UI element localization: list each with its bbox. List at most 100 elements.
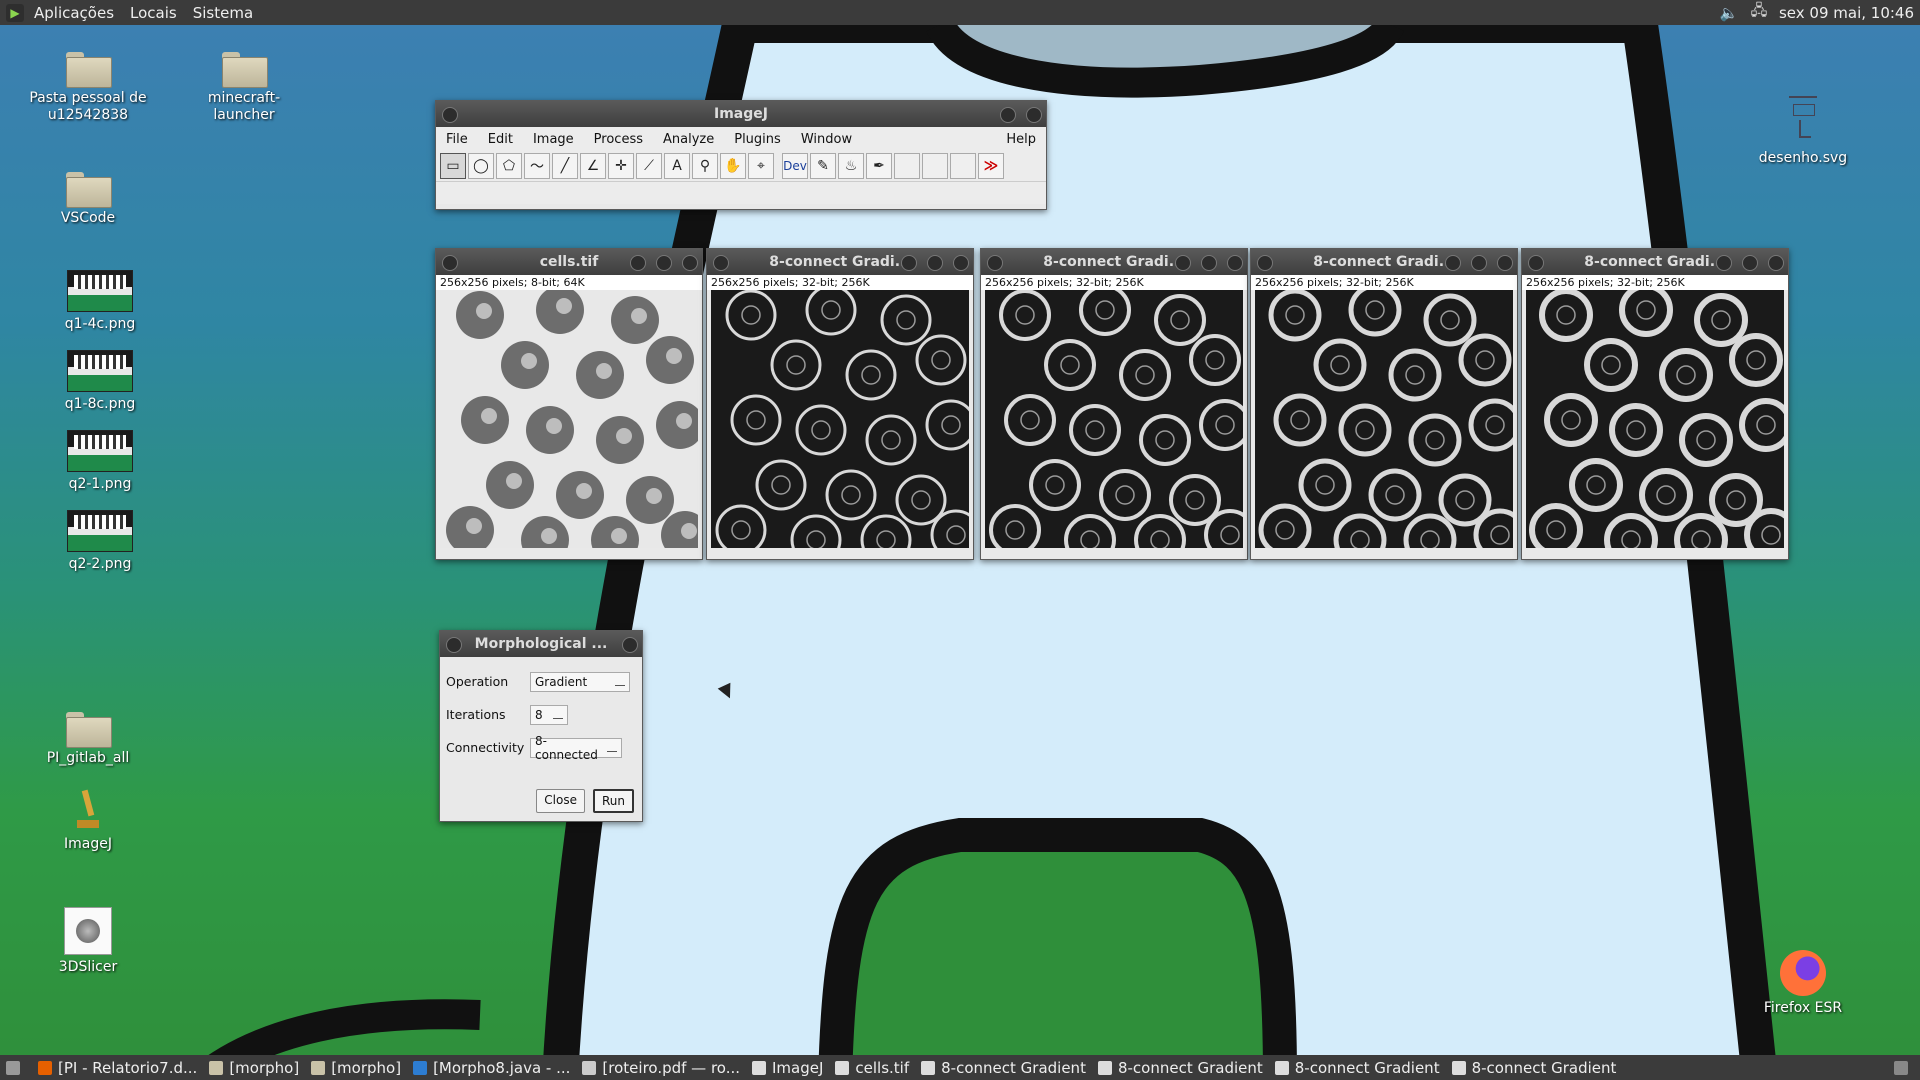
network-icon[interactable]: 🖧 (1749, 1, 1769, 22)
minimize-button[interactable] (630, 255, 646, 271)
desktop-icon-vscode[interactable]: VSCode (23, 172, 153, 227)
minimize-button[interactable] (1716, 255, 1732, 271)
wand-tool-icon[interactable]: ⟋ (636, 153, 662, 179)
taskbar-item[interactable]: cells.tif (829, 1055, 915, 1080)
image-canvas[interactable] (1255, 290, 1513, 548)
desktop-icon-q2-2[interactable]: q2-2.png (35, 510, 165, 573)
menu-help[interactable]: Help (996, 132, 1046, 147)
maximize-button[interactable] (656, 255, 672, 271)
close-button[interactable] (1026, 107, 1042, 123)
dropper-tool-icon[interactable]: ⌖ (748, 153, 774, 179)
magnifier-tool-icon[interactable]: ⚲ (692, 153, 718, 179)
connectivity-select[interactable]: 8-connected (530, 734, 622, 762)
menu-image[interactable]: Image (523, 132, 584, 147)
taskbar-item[interactable]: [Morpho8.java - ... (407, 1055, 576, 1080)
dev-tool-button[interactable]: Dev (782, 153, 808, 179)
taskbar-item[interactable]: [morpho] (305, 1055, 407, 1080)
flood-fill-tool-icon[interactable]: ♨ (838, 153, 864, 179)
close-button[interactable] (1227, 255, 1243, 271)
window-menu-button[interactable] (446, 637, 462, 653)
iterations-select[interactable]: 8 (530, 704, 568, 725)
maximize-button[interactable] (1742, 255, 1758, 271)
close-button[interactable] (682, 255, 698, 271)
maximize-button[interactable] (1471, 255, 1487, 271)
minimize-button[interactable] (1445, 255, 1461, 271)
window-menu-button[interactable] (1528, 255, 1544, 271)
imagej-titlebar[interactable]: ImageJ (436, 101, 1046, 127)
minimize-button[interactable] (1000, 107, 1016, 123)
maximize-button[interactable] (1201, 255, 1217, 271)
close-button[interactable] (1768, 255, 1784, 271)
hand-tool-icon[interactable]: ✋ (720, 153, 746, 179)
applications-logo-icon[interactable]: ▶ (6, 3, 24, 22)
window-menu-button[interactable] (713, 255, 729, 271)
clock[interactable]: sex 09 mai, 10:46 (1779, 4, 1914, 22)
close-button[interactable] (622, 637, 638, 653)
taskbar-item[interactable]: [PI - Relatorio7.d... (32, 1055, 203, 1080)
oval-tool-icon[interactable]: ◯ (468, 153, 494, 179)
window-menu-button[interactable] (442, 255, 458, 271)
image-canvas[interactable] (711, 290, 969, 548)
taskbar-item[interactable]: 8-connect Gradient (1269, 1055, 1446, 1080)
empty-tool-slot[interactable] (950, 153, 976, 179)
menu-sistema[interactable]: Sistema (185, 4, 261, 22)
close-button[interactable]: Close (536, 789, 585, 813)
taskbar-item[interactable]: [morpho] (203, 1055, 305, 1080)
angle-tool-icon[interactable]: ∠ (580, 153, 606, 179)
image-canvas[interactable] (1526, 290, 1784, 548)
minimize-button[interactable] (901, 255, 917, 271)
text-tool-icon[interactable]: A (664, 153, 690, 179)
empty-tool-slot[interactable] (894, 153, 920, 179)
menu-process[interactable]: Process (584, 132, 653, 147)
close-button[interactable] (953, 255, 969, 271)
image-window-gradient-2[interactable]: 8-connect Gradi... 256x256 pixels; 32-bi… (980, 248, 1248, 560)
image-window-gradient-3[interactable]: 8-connect Gradi... 256x256 pixels; 32-bi… (1250, 248, 1518, 560)
window-menu-button[interactable] (1257, 255, 1273, 271)
image-titlebar[interactable]: 8-connect Gradi... (981, 249, 1247, 275)
taskbar-item[interactable]: [roteiro.pdf — ro... (576, 1055, 746, 1080)
desktop-icon-imagej[interactable]: ImageJ (23, 789, 153, 853)
desktop-icon-q2-1[interactable]: q2-1.png (35, 430, 165, 493)
taskbar-item[interactable]: ImageJ (746, 1055, 829, 1080)
image-titlebar[interactable]: 8-connect Gradi... (707, 249, 973, 275)
desktop-icon-3dslicer[interactable]: 3DSlicer (23, 907, 153, 976)
menu-file[interactable]: File (442, 132, 478, 147)
image-window-gradient-1[interactable]: 8-connect Gradi... 256x256 pixels; 32-bi… (706, 248, 974, 560)
taskbar-item[interactable]: 8-connect Gradient (1446, 1055, 1623, 1080)
taskbar-item[interactable]: 8-connect Gradient (1092, 1055, 1269, 1080)
desktop-icon-desenho-svg[interactable]: desenho.svg (1738, 90, 1868, 167)
freehand-tool-icon[interactable]: 〜 (524, 153, 550, 179)
desktop-icon-q1-8c[interactable]: q1-8c.png (35, 350, 165, 413)
image-canvas[interactable] (985, 290, 1243, 548)
menu-window[interactable]: Window (791, 132, 862, 147)
menu-analyze[interactable]: Analyze (653, 132, 724, 147)
desktop-icon-minecraft-launcher[interactable]: minecraft-launcher (179, 52, 309, 124)
image-canvas[interactable] (440, 290, 698, 548)
desktop-icon-q1-4c[interactable]: q1-4c.png (35, 270, 165, 333)
desktop-icon-home[interactable]: Pasta pessoal de u12542838 (23, 52, 153, 124)
brush-tool-icon[interactable]: ✎ (810, 153, 836, 179)
polygon-tool-icon[interactable]: ⬠ (496, 153, 522, 179)
menu-plugins[interactable]: Plugins (724, 132, 791, 147)
empty-tool-slot[interactable] (922, 153, 948, 179)
image-window-gradient-4[interactable]: 8-connect Gradi... 256x256 pixels; 32-bi… (1521, 248, 1789, 560)
dialog-titlebar[interactable]: Morphological ... (440, 631, 642, 657)
pipette-tool-icon[interactable]: ✒ (866, 153, 892, 179)
operation-select[interactable]: Gradient (530, 671, 630, 692)
close-button[interactable] (1497, 255, 1513, 271)
image-titlebar[interactable]: 8-connect Gradi... (1522, 249, 1788, 275)
desktop-icon-pi-gitlab-all[interactable]: PI_gitlab_all (23, 712, 153, 767)
minimize-button[interactable] (1175, 255, 1191, 271)
volume-icon[interactable]: 🔈 (1719, 4, 1739, 22)
line-tool-icon[interactable]: ╱ (552, 153, 578, 179)
image-titlebar[interactable]: cells.tif (436, 249, 702, 275)
workspace-switcher[interactable] (1888, 1055, 1920, 1080)
image-titlebar[interactable]: 8-connect Gradi... (1251, 249, 1517, 275)
image-window-cells[interactable]: cells.tif 256x256 pixels; 8-bit; 64K (435, 248, 703, 560)
window-menu-button[interactable] (442, 107, 458, 123)
menu-locais[interactable]: Locais (122, 4, 185, 22)
taskbar-item[interactable]: 8-connect Gradient (915, 1055, 1092, 1080)
more-tools-button[interactable]: ≫ (978, 153, 1004, 179)
menu-aplicacoes[interactable]: Aplicações (26, 4, 122, 22)
multipoint-tool-icon[interactable]: ✛ (608, 153, 634, 179)
